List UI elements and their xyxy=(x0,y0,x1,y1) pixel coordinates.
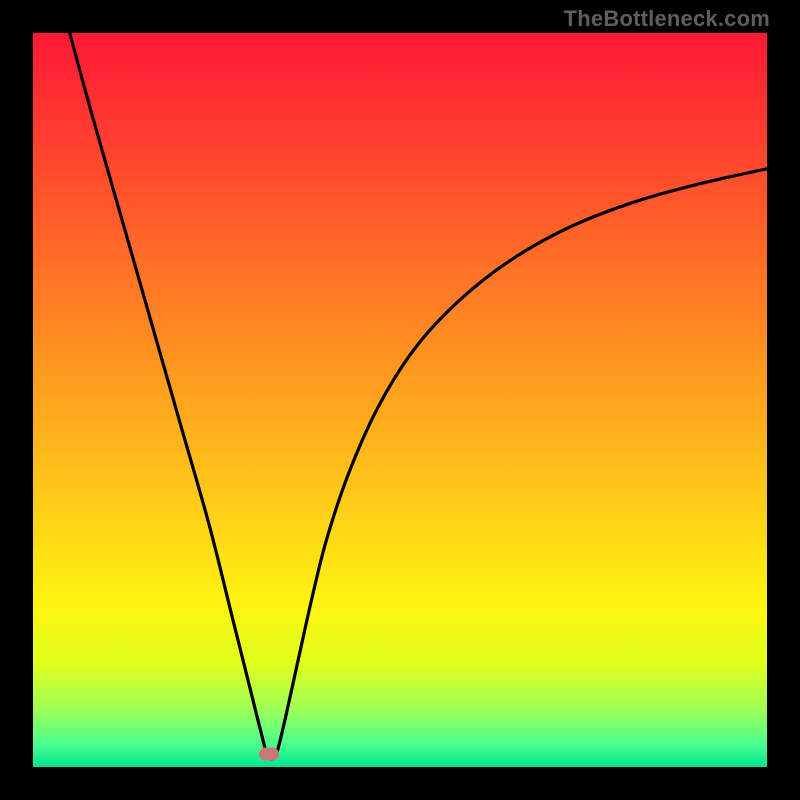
watermark-text: TheBottleneck.com xyxy=(564,6,770,32)
chart-container: TheBottleneck.com xyxy=(0,0,800,800)
plot-area xyxy=(33,33,767,767)
minimum-marker xyxy=(259,747,279,760)
curve-layer xyxy=(33,33,767,767)
bottleneck-curve xyxy=(70,33,767,759)
